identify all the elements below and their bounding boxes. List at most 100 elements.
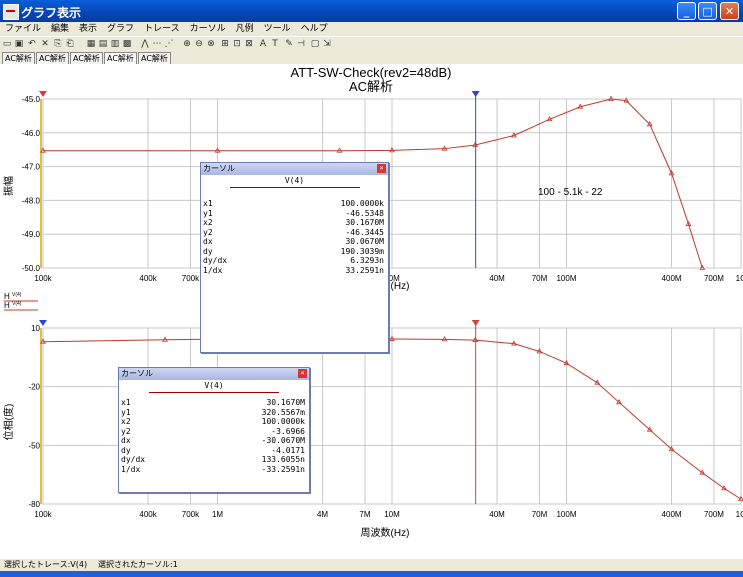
cursor-key: y2 <box>121 426 131 436</box>
cursor-trace-label: V(4) <box>204 381 224 390</box>
grid-icon[interactable]: ▦ <box>86 39 96 49</box>
tab-ac-5[interactable]: AC解析 <box>138 52 171 64</box>
x-tick-label: 400k <box>139 274 157 283</box>
x-tick-label: 700M <box>704 510 724 519</box>
cursor-row: dx -30.0670M <box>119 436 309 446</box>
close-icon[interactable]: × <box>377 164 386 173</box>
cursor-trace-label: V(4) <box>284 176 305 185</box>
cursor-value: -33.2591n <box>261 464 305 474</box>
save-icon[interactable]: ▣ <box>14 39 24 49</box>
cursor-row: x2 30.1670M <box>201 218 388 228</box>
x-tick-label: 400M <box>662 274 682 283</box>
cursor-1-handle-icon <box>471 320 480 326</box>
cursor-key: dy <box>121 445 131 455</box>
cursor-window-phase[interactable]: カーソル × V(4) x1 30.1670M y1 320.5567m x2 100.0… <box>118 367 310 493</box>
menu-cursor[interactable]: カーソル <box>185 22 231 36</box>
print-icon[interactable]: ▩ <box>122 39 132 49</box>
tab-ac-4[interactable]: AC解析 <box>104 52 137 64</box>
cursor-values: x1 100.0000k y1 -46.5348 x2 30.1670M y2 -46.344… <box>201 199 388 275</box>
y-axis-label: 位相(度) <box>2 404 15 441</box>
zoom-fit-icon[interactable]: ⊗ <box>206 39 216 49</box>
menu-file[interactable]: ファイル <box>0 22 46 36</box>
menu-edit[interactable]: 編集 <box>46 22 74 36</box>
minimize-button[interactable]: _ <box>677 2 696 20</box>
x-tick-label: 700M <box>704 274 724 283</box>
cursor-row: x1 30.1670M <box>119 398 309 408</box>
undo-icon[interactable]: ↶ <box>27 39 37 49</box>
close-button[interactable]: ✕ <box>720 2 739 20</box>
maximize-button[interactable]: □ <box>698 2 717 20</box>
open-icon[interactable]: ▭ <box>2 39 12 49</box>
tab-ac-3[interactable]: AC解析 <box>70 52 103 64</box>
cursor-row: y2 -46.3445 <box>201 228 388 238</box>
x-tick-label: 100k <box>34 510 52 519</box>
cursor-2-handle-icon <box>39 320 47 326</box>
plot-area[interactable]: ATT-SW-Check(rev2=48dB) AC解析 100k 400k 700k 1… <box>0 64 743 559</box>
marker-icon[interactable]: ✎ <box>284 39 294 49</box>
x-tick-label: 4M <box>317 510 328 519</box>
trace3-icon[interactable]: ⋰ <box>164 39 174 49</box>
taskbar <box>0 571 743 577</box>
chart-annotation: 100 - 5.1k - 22 <box>538 187 603 198</box>
cursor-icon[interactable]: ⊣ <box>296 39 306 49</box>
zoom-y-icon[interactable]: ⊠ <box>244 39 254 49</box>
cursor-value: 190.3039m <box>340 246 384 256</box>
window-title: グラフ表示 <box>21 6 82 20</box>
y-tick-label: -80 <box>28 500 40 509</box>
x-tick-label: 100M <box>556 510 576 519</box>
menu-trace[interactable]: トレース <box>139 22 185 36</box>
cursor-2-handle-icon <box>471 91 480 97</box>
delete-icon[interactable]: ✕ <box>40 39 50 49</box>
cursor-value: 100.0000k <box>340 199 384 208</box>
cursor-window-title: カーソル <box>201 163 388 175</box>
font-icon[interactable]: A <box>258 39 268 49</box>
trace-icon[interactable]: ⋀ <box>140 39 150 49</box>
menu-help[interactable]: ヘルプ <box>296 22 333 36</box>
trace2-icon[interactable]: ⋯ <box>152 39 162 49</box>
cursor-row: y1 -46.5348 <box>201 209 388 219</box>
zoom-out-icon[interactable]: ⊖ <box>194 39 204 49</box>
cursor-row: 1/dx -33.2591n <box>119 465 309 475</box>
cursor-value: -30.0670M <box>261 436 305 445</box>
cursor-row: x1 100.0000k <box>201 199 388 209</box>
y-tick-label: -50 <box>28 441 40 450</box>
x-tick-label: 40M <box>489 510 505 519</box>
x-tick-label: 70M <box>532 510 548 519</box>
cursor-key: y2 <box>203 227 213 237</box>
toolbar: ▭ ▣ ↶ ✕ ⎘ ⎗ ▦ ▤ ▥ ▩ ⋀ ⋯ ⋰ ⊕ ⊖ ⊗ ⊞ ⊡ ⊠ A T ✎ ⊣ ▢ ⇲ <box>0 36 743 53</box>
cursor-key: x1 <box>121 398 131 407</box>
copy-icon[interactable]: ⎘ <box>53 39 63 49</box>
menu-view[interactable]: 表示 <box>74 22 102 36</box>
cursor-value: 6.3293n <box>350 256 384 265</box>
cursor-key: x1 <box>203 199 213 208</box>
status-bar: 選択したトレース:V(4) 選択されたカーソル:1 <box>0 559 743 571</box>
grid2-icon[interactable]: ▤ <box>98 39 108 49</box>
cursor-row: y1 320.5567m <box>119 408 309 418</box>
x-axis-label: 周波数(Hz) <box>361 526 410 539</box>
x-tick-label: 40M <box>489 274 505 283</box>
menu-tools[interactable]: ツール <box>259 22 296 36</box>
text-icon[interactable]: T <box>270 39 280 49</box>
cursor-value: 30.0670M <box>345 237 384 246</box>
cursor-key: 1/dx <box>203 265 223 275</box>
zoom-in-icon[interactable]: ⊕ <box>182 39 192 49</box>
cursor-value: 133.6055n <box>261 455 305 464</box>
grid3-icon[interactable]: ▥ <box>110 39 120 49</box>
export-icon[interactable]: ⇲ <box>322 39 332 49</box>
cursor-key: dy/dx <box>121 455 146 464</box>
paste-icon[interactable]: ⎗ <box>65 39 75 49</box>
y-tick-label: -48.0 <box>22 196 41 205</box>
status-selected-trace: 選択したトレース:V(4) <box>4 560 88 569</box>
menu-legend[interactable]: 凡例 <box>231 22 259 36</box>
cursor-window-magnitude[interactable]: カーソル × V(4) x1 100.0000k y1 -46.5348 x2 30.16… <box>200 162 389 353</box>
zoom-x-icon[interactable]: ⊡ <box>232 39 242 49</box>
zoom-area-icon[interactable]: ⊞ <box>220 39 230 49</box>
x-tick-label: 100M <box>556 274 576 283</box>
status-selected-cursor: 選択されたカーソル:1 <box>98 560 178 569</box>
tab-ac-1[interactable]: AC解析 <box>2 52 35 64</box>
menu-graph[interactable]: グラフ <box>102 22 139 36</box>
tab-ac-2[interactable]: AC解析 <box>36 52 69 64</box>
copy-graph-icon[interactable]: ▢ <box>310 39 320 49</box>
close-icon[interactable]: × <box>298 369 307 378</box>
legend-entry: H <box>4 301 10 310</box>
